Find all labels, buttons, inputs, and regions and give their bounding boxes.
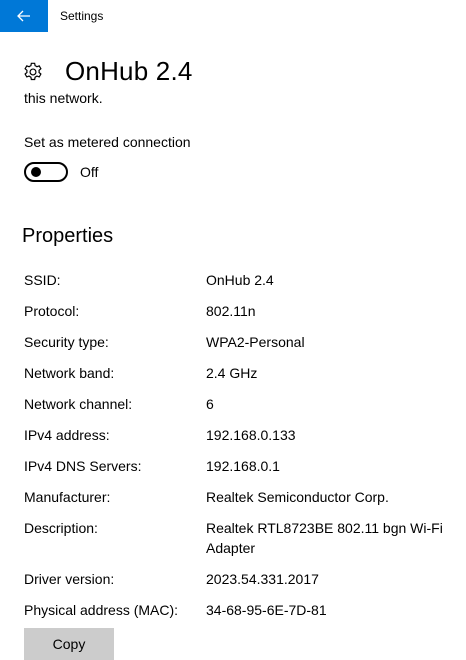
property-value: 6 — [206, 396, 214, 412]
property-label: Driver version: — [24, 571, 115, 587]
property-label: SSID: — [24, 272, 61, 288]
app-title: Settings — [60, 9, 104, 23]
title-bar: Settings — [0, 0, 466, 32]
property-value: 802.11n — [206, 303, 256, 319]
property-label: Security type: — [24, 334, 109, 350]
page-header: OnHub 2.4 — [22, 56, 193, 87]
property-label: Network band: — [24, 365, 115, 381]
property-value: WPA2-Personal — [206, 334, 305, 350]
property-label: Protocol: — [24, 303, 80, 319]
partial-description: this network. — [24, 84, 103, 106]
property-value: 34-68-95-6E-7D-81 — [206, 602, 327, 618]
arrow-left-icon — [17, 10, 30, 22]
metered-connection-label: Set as metered connection — [24, 134, 191, 150]
property-label: Network channel: — [24, 396, 133, 412]
property-value: Realtek Semiconductor Corp. — [206, 489, 389, 505]
property-label: Description: — [24, 520, 98, 536]
property-value: 192.168.0.1 — [206, 458, 280, 474]
gear-icon — [24, 62, 42, 80]
toggle-knob — [31, 167, 41, 177]
copy-button[interactable]: Copy — [24, 628, 114, 660]
property-value: OnHub 2.4 — [206, 272, 274, 288]
property-label: IPv4 address: — [24, 427, 110, 443]
property-label: Physical address (MAC): — [24, 602, 179, 618]
property-label: Manufacturer: — [24, 489, 111, 505]
properties-heading: Properties — [22, 225, 114, 247]
partial-description-text: this network. — [24, 90, 103, 106]
property-value: Realtek RTL8723BE 802.11 bgn Wi-Fi Adapt… — [206, 520, 443, 556]
property-value: 2.4 GHz — [206, 365, 258, 381]
toggle-state-text: Off — [80, 164, 99, 180]
page-title: OnHub 2.4 — [65, 56, 193, 86]
property-value: 192.168.0.133 — [206, 427, 296, 443]
property-value: 2023.54.331.2017 — [206, 571, 319, 587]
property-label: IPv4 DNS Servers: — [24, 458, 142, 474]
metered-connection-toggle[interactable] — [24, 162, 68, 182]
back-button[interactable] — [0, 0, 48, 32]
